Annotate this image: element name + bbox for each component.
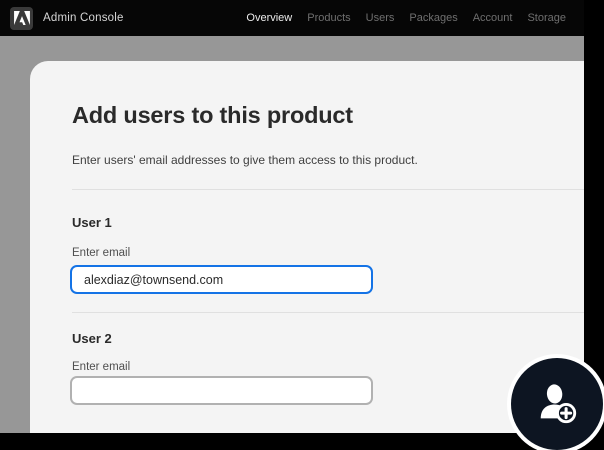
divider	[72, 189, 584, 190]
divider	[72, 312, 584, 313]
user-2-label: User 2	[72, 331, 112, 346]
add-user-icon	[534, 381, 580, 427]
adobe-logo-glyph	[14, 11, 30, 25]
add-user-button[interactable]	[511, 358, 603, 450]
top-nav-bar: Admin Console Overview Products Users Pa…	[0, 0, 584, 36]
page-background: { "navbar": { "app_title": "Admin Consol…	[0, 0, 604, 450]
admin-console-window: Admin Console Overview Products Users Pa…	[0, 0, 584, 433]
page-subtitle: Enter users' email addresses to give the…	[72, 153, 418, 167]
user-1-label: User 1	[72, 215, 112, 230]
nav-item-account[interactable]: Account	[473, 12, 513, 24]
user-2-email-label: Enter email	[72, 361, 130, 373]
user-1-email-input[interactable]	[70, 265, 373, 294]
nav-item-storage[interactable]: Storage	[527, 12, 566, 24]
nav-item-overview[interactable]: Overview	[246, 12, 292, 24]
nav-items: Overview Products Users Packages Account…	[246, 12, 574, 24]
app-title: Admin Console	[43, 12, 124, 24]
user-2-email-input[interactable]	[70, 376, 373, 405]
nav-item-packages[interactable]: Packages	[409, 12, 457, 24]
page-title: Add users to this product	[72, 102, 353, 129]
nav-item-users[interactable]: Users	[366, 12, 395, 24]
add-users-card: Add users to this product Enter users' e…	[30, 61, 584, 433]
user-1-email-label: Enter email	[72, 247, 130, 259]
adobe-logo-icon	[10, 7, 33, 30]
nav-item-products[interactable]: Products	[307, 12, 350, 24]
brand: Admin Console	[10, 7, 124, 30]
